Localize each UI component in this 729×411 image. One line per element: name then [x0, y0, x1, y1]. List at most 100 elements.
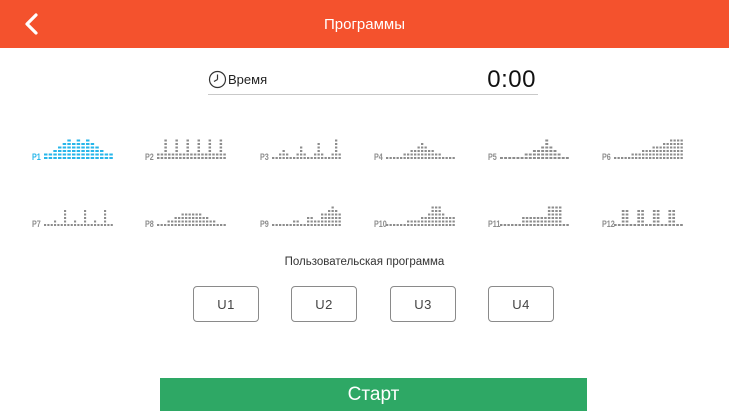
- profile-segment: [185, 224, 188, 226]
- time-field[interactable]: Время 0:00: [208, 62, 538, 95]
- profile-segment: [160, 224, 163, 226]
- profile-segment: [201, 157, 204, 159]
- profile-segment: [331, 224, 334, 226]
- profile-segment: [424, 157, 427, 159]
- profile-segment: [157, 224, 160, 226]
- profile-segment: [310, 217, 313, 219]
- profile-segment: [635, 157, 638, 159]
- profile-segment: [338, 153, 341, 156]
- program-p4-button[interactable]: P4: [368, 123, 458, 163]
- profile-segment: [445, 224, 448, 226]
- profile-segment: [547, 224, 551, 226]
- user-program-u2-button[interactable]: U2: [291, 286, 357, 322]
- profile-segment: [216, 224, 219, 226]
- profile-segment: [100, 157, 104, 159]
- profile-segment: [44, 224, 47, 226]
- profile-segment: [514, 224, 518, 226]
- program-p3-button[interactable]: P3: [254, 123, 344, 163]
- profile-segment: [188, 213, 191, 216]
- profile-segment: [335, 210, 338, 212]
- profile-segment: [445, 157, 448, 159]
- profile-segment: [621, 157, 624, 159]
- profile-segment: [528, 153, 532, 156]
- profile-segment: [215, 153, 219, 156]
- profile-segment: [424, 224, 427, 226]
- profile-segment: [47, 224, 50, 226]
- profile-segment: [545, 143, 549, 145]
- profile-segment: [338, 224, 341, 226]
- profile-segment: [449, 157, 452, 159]
- profile-segment: [190, 157, 193, 159]
- profile-segment: [558, 206, 562, 209]
- back-button[interactable]: [20, 10, 44, 38]
- profile-segment: [209, 224, 212, 226]
- profile-segment: [621, 210, 625, 212]
- profile-segment: [175, 139, 178, 142]
- profile-segment: [547, 220, 551, 223]
- profile-segment: [67, 143, 71, 145]
- profile-segment: [666, 153, 669, 156]
- profile-segment: [628, 157, 631, 159]
- program-p11-button[interactable]: P11: [482, 190, 572, 230]
- profile-segment: [652, 224, 656, 226]
- profile-segment: [181, 224, 184, 226]
- profile-segment: [680, 224, 683, 226]
- start-button[interactable]: Старт: [160, 378, 587, 411]
- profile-segment: [428, 153, 431, 156]
- profile-segment: [303, 224, 306, 226]
- program-p2-button[interactable]: P2: [139, 123, 229, 163]
- profile-segment: [677, 139, 680, 142]
- profile-segment: [95, 146, 99, 149]
- profile-segment: [525, 217, 529, 219]
- user-program-u3-button[interactable]: U3: [390, 286, 456, 322]
- profile-segment: [67, 146, 71, 149]
- profile-segment: [637, 213, 641, 216]
- profile-segment: [58, 150, 62, 152]
- profile-segment: [624, 157, 627, 159]
- profile-segment: [335, 139, 338, 142]
- profile-segment: [544, 220, 547, 223]
- profile-segment: [188, 217, 191, 219]
- program-p8-button[interactable]: P8: [139, 190, 229, 230]
- profile-segment: [565, 157, 569, 159]
- profile-segment: [541, 146, 545, 149]
- profile-segment: [324, 157, 327, 159]
- profile-segment: [544, 217, 547, 219]
- profile-segment: [435, 157, 438, 159]
- program-p5-button[interactable]: P5: [482, 123, 572, 163]
- program-p6-button[interactable]: P6: [596, 123, 686, 163]
- profile-segment: [442, 217, 445, 219]
- profile-segment: [110, 224, 113, 226]
- profile-segment: [656, 157, 659, 159]
- profile-segment: [300, 224, 303, 226]
- profile-segment: [428, 220, 431, 223]
- user-program-u4-button[interactable]: U4: [488, 286, 554, 322]
- user-program-u1-button[interactable]: U1: [193, 286, 259, 322]
- profile-segment: [555, 213, 558, 216]
- program-p12-button[interactable]: P12: [596, 190, 686, 230]
- profile-segment: [532, 150, 536, 152]
- profile-segment: [621, 213, 625, 216]
- program-p10-button[interactable]: P10: [368, 190, 458, 230]
- profile-segment: [660, 224, 664, 226]
- program-p1-button[interactable]: P1: [26, 123, 116, 163]
- profile-segment: [407, 224, 410, 226]
- profile-segment: [637, 224, 641, 226]
- profile-segment: [193, 157, 197, 159]
- profile-segment: [282, 224, 285, 226]
- profile-segment: [652, 146, 655, 149]
- profile-segment: [668, 210, 672, 212]
- profile-segment: [206, 217, 209, 219]
- profile-segment: [536, 220, 540, 223]
- profile-segment: [186, 139, 189, 142]
- profile-segment: [417, 220, 420, 223]
- profile-segment: [193, 153, 197, 156]
- header-bar: Программы: [0, 0, 729, 48]
- profile-segment: [452, 157, 455, 159]
- profile-segment: [175, 153, 178, 156]
- profile-segment: [197, 139, 201, 142]
- program-p9-button[interactable]: P9: [254, 190, 344, 230]
- program-p7-button[interactable]: P7: [26, 190, 116, 230]
- profile-segment: [223, 157, 226, 159]
- profile-segment: [317, 153, 320, 156]
